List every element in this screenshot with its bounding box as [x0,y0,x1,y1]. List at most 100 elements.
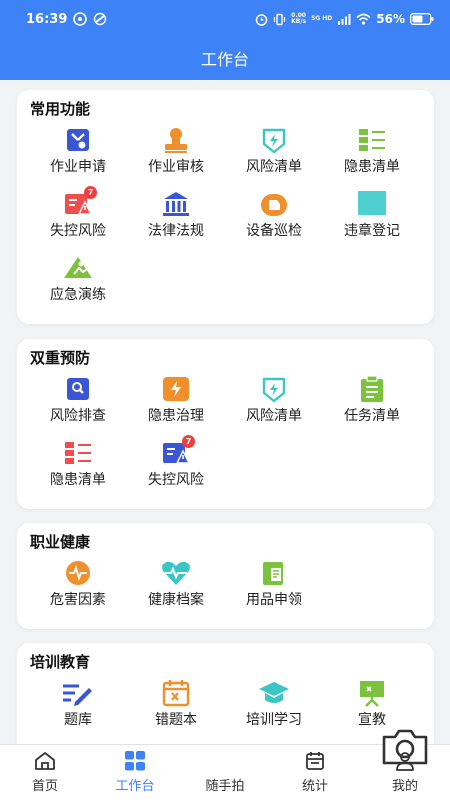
network-type: 5G HD [311,15,333,22]
function-item[interactable]: 法律法规 [127,190,225,246]
function-label: 法律法规 [148,223,204,239]
calendar-x-icon [159,679,193,707]
function-item[interactable]: 危害因素 [29,559,127,615]
function-item[interactable]: 错题本 [127,679,225,735]
notification-badge: 7 [182,435,195,448]
function-item[interactable]: 培训学习 [225,679,323,735]
list-icon [61,439,95,467]
status-bar: 16:39 0.00 KB/s 5G HD 56% [26,10,434,28]
function-label: 健康档案 [148,592,204,608]
function-item[interactable]: 违章登记 [323,190,421,246]
function-item[interactable]: 隐患清单 [29,439,127,495]
tab-workbench[interactable]: 工作台 [90,745,180,800]
lightning-icon [159,375,193,403]
function-item[interactable]: 任务清单 [323,375,421,431]
function-label: 作业审核 [148,159,204,175]
function-item[interactable]: 作业审核 [127,126,225,182]
section-grid: 风险排查 隐患治理 风险清单 任务清单隐患清单 7 失控风险 [17,375,434,495]
tab-label: 我的 [391,779,418,794]
function-item[interactable]: 用品申领 [225,559,323,615]
inspection-icon [257,190,291,218]
function-item[interactable]: 应急演练 [29,254,127,310]
emergency-drill-icon [61,254,95,282]
tab-statistics[interactable]: 统计 [270,745,360,800]
alarm-icon [255,13,268,26]
function-item[interactable]: 风险排查 [29,375,127,431]
function-label: 设备巡检 [246,223,302,239]
app-header: 16:39 0.00 KB/s 5G HD 56% 工作台 [0,0,450,80]
section-grid: 题库 错题本 培训学习 宣教 [17,679,434,735]
tab-label: 随手拍 [205,779,245,794]
function-label: 风险排查 [50,408,106,424]
wifi-icon [356,13,371,25]
page-title: 工作台 [200,50,249,69]
function-item[interactable]: 作业申请 [29,126,127,182]
presentation-board-icon [355,679,389,707]
function-label: 宣教 [358,712,386,728]
function-item[interactable]: 7 失控风险 [29,186,127,246]
notification-badge: 7 [84,186,97,199]
graduation-cap-icon [257,679,291,707]
section-training-education: 培训教育 题库 错题本 培训学习 宣教 [17,643,434,744]
section-common-functions: 常用功能 作业申请 作业审核 风险清单 隐患清单 7 失控风险 法律法规 设备巡检 违章登记应急… [17,90,434,324]
tab-label: 统计 [301,779,328,794]
function-label: 失控风险 [148,472,204,488]
pencil-lines-icon [61,679,95,707]
section-occupational-health: 职业健康 危害因素 健康档案 用品申领 [17,523,434,629]
function-label: 隐患清单 [344,159,400,175]
function-label: 题库 [64,712,92,728]
function-item[interactable]: 题库 [29,679,127,735]
network-speed-unit: KB/s [291,18,307,25]
courthouse-icon [159,190,193,218]
tab-home[interactable]: 首页 [0,745,90,800]
function-item[interactable]: 7 失控风险 [127,435,225,495]
function-item[interactable]: 风险清单 [225,375,323,431]
section-dual-prevention: 双重预防 风险排查 隐患治理 风险清单 任务清单隐患清单 7 失控风险 [17,339,434,509]
function-label: 应急演练 [50,287,106,303]
tab-mine[interactable]: 我的 [360,745,450,800]
grid-icon [125,751,145,771]
home-icon [35,752,55,770]
function-item[interactable]: 隐患治理 [127,375,225,431]
square-icon [355,190,389,218]
function-label: 隐患治理 [148,408,204,424]
section-title: 常用功能 [30,100,91,118]
status-time: 16:39 [26,11,68,27]
lightning-shield-icon [257,375,291,403]
workbench-content[interactable]: 常用功能 作业申请 作业审核 风险清单 隐患清单 7 失控风险 法律法规 设备巡检 违章登记 应急… [0,80,450,744]
warning-list-icon: 7 [61,186,97,218]
function-label: 危害因素 [50,592,106,608]
function-label: 用品申领 [246,592,302,608]
clipboard-icon [355,375,389,403]
calendar-icon [306,752,324,770]
function-label: 任务清单 [344,408,400,424]
app-notification-icon [73,12,88,26]
heart-pulse-icon [159,559,193,587]
tab-label: 工作台 [115,779,155,794]
function-label: 失控风险 [50,223,106,239]
bottom-tab-bar: 首页 工作台 随手拍 统计 我的 [0,729,450,800]
function-label: 培训学习 [246,712,302,728]
tab-label: 首页 [31,779,58,794]
function-item[interactable]: 风险清单 [225,126,323,182]
vibrate-icon [273,13,286,25]
tab-snapshot[interactable]: 随手拍 [180,729,428,800]
function-item[interactable]: 健康档案 [127,559,225,615]
stamp-icon [159,126,193,154]
section-title: 双重预防 [30,349,91,367]
function-item[interactable]: 设备巡检 [225,190,323,246]
warning-list-icon: 7 [159,435,195,467]
user-icon [396,752,414,771]
network-speed: 0.00 KB/s [291,13,306,25]
tools-heart-icon [61,126,95,154]
function-label: 风险清单 [246,408,302,424]
documents-icon [257,559,291,587]
lightning-shield-icon [257,126,291,154]
battery-percent: 56% [376,12,405,26]
section-grid: 危害因素 健康档案 用品申领 [17,559,434,615]
function-item[interactable]: 隐患清单 [323,126,421,182]
link-notification-icon [94,12,107,26]
signal-icon [338,14,351,25]
function-label: 隐患清单 [50,472,106,488]
section-title: 培训教育 [30,653,91,671]
